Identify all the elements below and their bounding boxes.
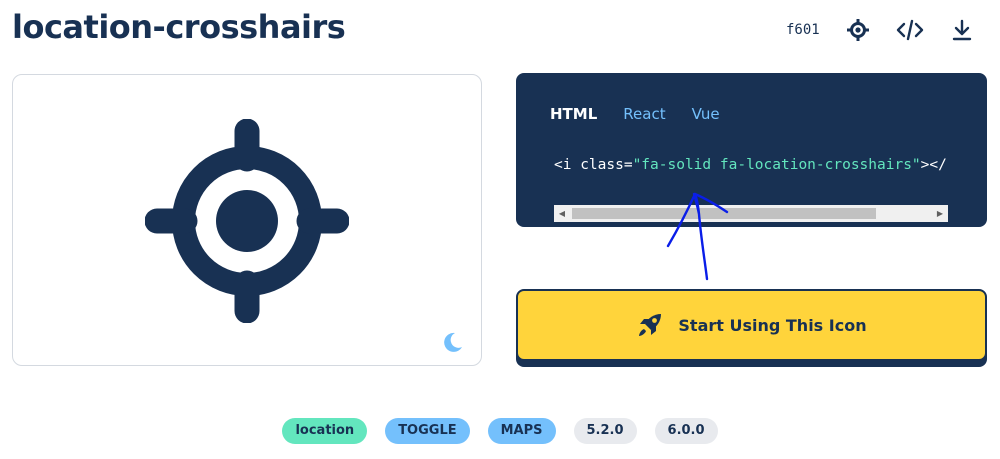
tag-maps[interactable]: MAPS bbox=[487, 418, 556, 444]
page-title: location-crosshairs bbox=[12, 8, 346, 46]
crosshairs-icon-button[interactable] bbox=[842, 14, 874, 46]
tag-location[interactable]: location bbox=[282, 418, 368, 444]
tag-version-5-2-0[interactable]: 5.2.0 bbox=[573, 418, 637, 444]
icon-preview bbox=[12, 74, 482, 366]
rocket-icon bbox=[639, 314, 662, 336]
code-suffix: ></i> bbox=[920, 157, 948, 173]
tab-vue[interactable]: Vue bbox=[692, 105, 720, 123]
horizontal-scrollbar[interactable]: ◀ ▶ bbox=[554, 205, 948, 222]
cta-label: Start Using This Icon bbox=[678, 315, 867, 335]
start-using-icon-button[interactable]: Start Using This Icon bbox=[516, 289, 987, 361]
code-icon-button[interactable] bbox=[894, 14, 926, 46]
code-snippet[interactable]: <i class="fa-solid fa-location-crosshair… bbox=[554, 157, 948, 173]
scroll-right-arrow-icon[interactable]: ▶ bbox=[932, 205, 948, 222]
location-crosshairs-icon bbox=[145, 119, 349, 323]
tag-toggle[interactable]: TOGGLE bbox=[385, 418, 470, 444]
code-tabs: HTML React Vue bbox=[550, 105, 720, 123]
scroll-left-arrow-icon[interactable]: ◀ bbox=[554, 205, 570, 222]
download-icon-button[interactable] bbox=[946, 14, 978, 46]
scrollbar-thumb[interactable] bbox=[572, 208, 876, 219]
code-prefix: <i class= bbox=[554, 157, 633, 173]
code-class-string: "fa-solid fa-location-crosshairs" bbox=[632, 157, 921, 173]
crosshairs-icon bbox=[847, 19, 869, 41]
moon-icon[interactable] bbox=[441, 331, 463, 353]
tag-version-6-0-0[interactable]: 6.0.0 bbox=[654, 418, 718, 444]
unicode-value[interactable]: f601 bbox=[786, 22, 820, 38]
tab-react[interactable]: React bbox=[623, 105, 665, 123]
code-snippet-panel: HTML React Vue <i class="fa-solid fa-loc… bbox=[516, 73, 987, 227]
tag-list: location TOGGLE MAPS 5.2.0 6.0.0 bbox=[0, 418, 1000, 444]
code-icon bbox=[896, 19, 924, 41]
download-icon bbox=[952, 19, 972, 41]
tab-html[interactable]: HTML bbox=[550, 105, 597, 123]
